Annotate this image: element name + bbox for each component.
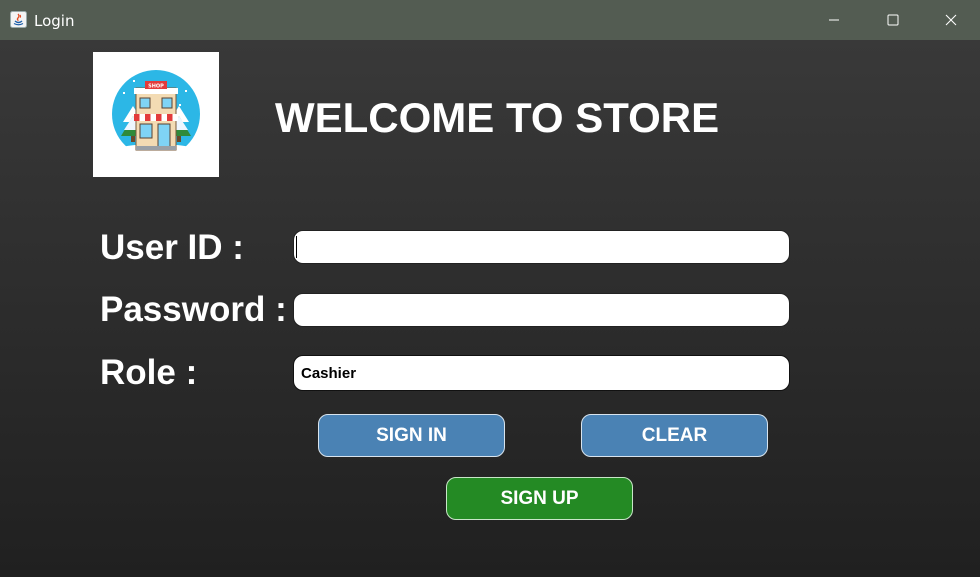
shop-sign-text: SHOP: [148, 84, 164, 90]
role-label: Role :: [100, 353, 198, 392]
minimize-button[interactable]: [805, 0, 863, 40]
minimize-icon: [829, 19, 839, 21]
sign-up-button[interactable]: SIGN UP: [446, 477, 633, 520]
password-field[interactable]: [293, 293, 790, 327]
login-window: Login SHOP WELCOME TO STORE User ID: Pa…: [0, 0, 980, 577]
text-caret: [296, 236, 297, 258]
close-icon: [945, 14, 957, 26]
role-field[interactable]: Cashier: [293, 355, 790, 391]
window-title: Login: [34, 12, 75, 30]
shop-storefront-icon: SHOP: [112, 70, 200, 160]
sign-in-button[interactable]: SIGN IN: [318, 414, 505, 457]
user-id-label: User ID :: [100, 228, 244, 267]
clear-button[interactable]: CLEAR: [581, 414, 768, 457]
user-id-field[interactable]: [293, 230, 790, 264]
maximize-button[interactable]: [864, 0, 922, 40]
java-app-icon: [10, 11, 27, 28]
password-label: Password :: [100, 290, 287, 329]
close-button[interactable]: [922, 0, 980, 40]
store-logo: SHOP: [93, 52, 219, 177]
title-bar[interactable]: Login: [0, 0, 980, 40]
maximize-icon: [887, 14, 899, 26]
welcome-heading: WELCOME TO STORE: [275, 94, 720, 141]
